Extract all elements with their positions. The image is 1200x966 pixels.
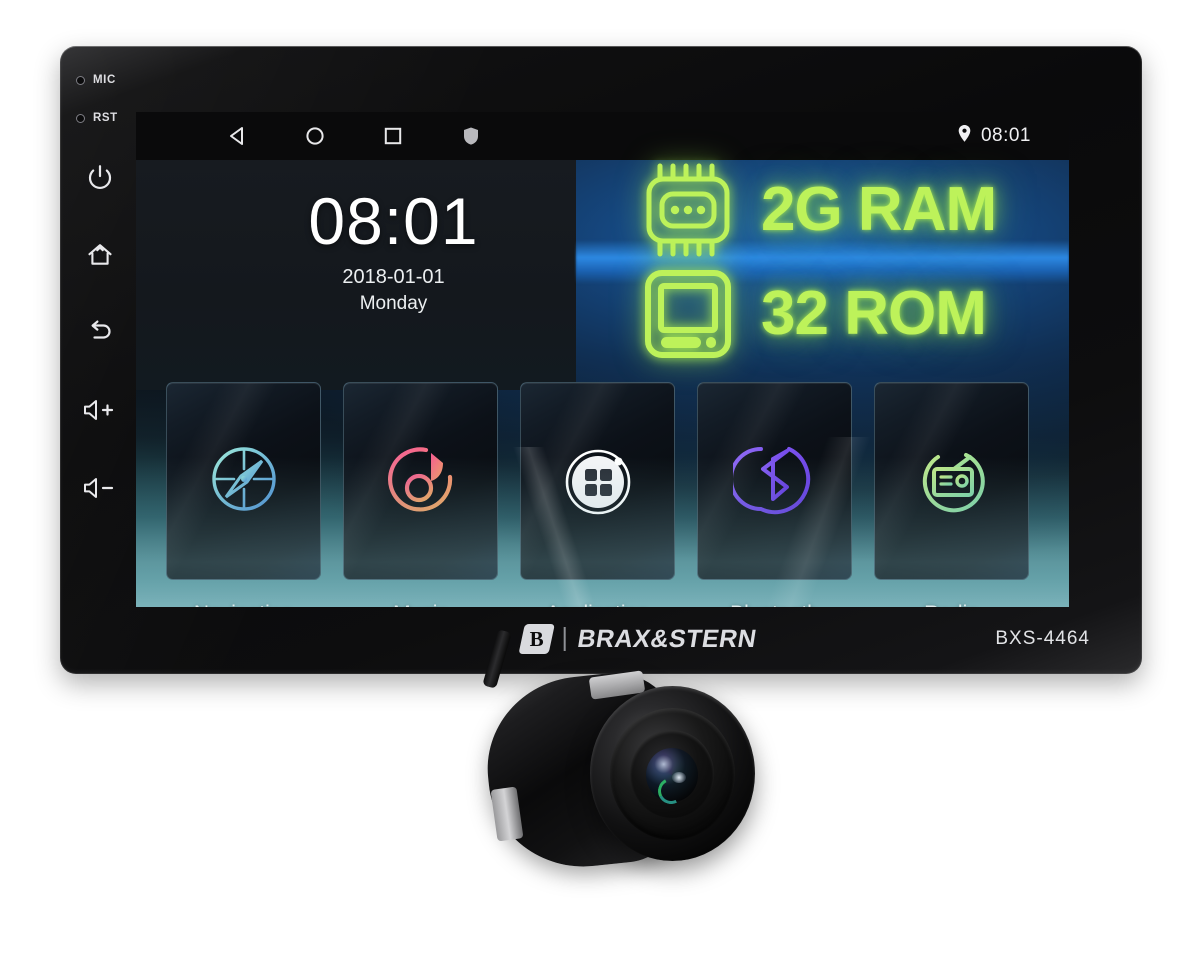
power-icon: [87, 164, 113, 192]
compass-icon: [202, 437, 286, 526]
rom-text: 32 ROM: [761, 279, 987, 348]
bluetooth-icon: [728, 437, 817, 526]
clock-date: 2018-01-01: [342, 266, 445, 288]
app-grid-icon: [555, 436, 641, 527]
ram-badge: 2G RAM: [629, 158, 1059, 262]
ram-text: 2G RAM: [761, 175, 997, 244]
clock-weekday: Monday: [359, 293, 428, 314]
back-arrow-icon: [85, 319, 115, 345]
lcd-screen[interactable]: 08:01 08:01 2018-01-01 Monday 2G RAM 32 …: [136, 112, 1069, 607]
app-tile-box[interactable]: [343, 382, 498, 580]
camera-lens-glass: [646, 748, 698, 808]
app-tile-music[interactable]: Music: [343, 382, 498, 607]
spec-badges: 2G RAM 32 ROM: [629, 158, 1059, 366]
hard-drive-icon: [629, 265, 747, 363]
mic-label: MIC: [93, 74, 116, 86]
app-tile-box[interactable]: [697, 382, 852, 580]
android-recents-icon[interactable]: [354, 112, 432, 160]
memory-chip-icon: [629, 162, 747, 258]
head-unit-bezel: MIC RST 08:01 08:01 2018-01-01 Monday 2G…: [60, 46, 1142, 674]
volume-down-button[interactable]: [60, 468, 136, 508]
reset-led-dot: [76, 113, 85, 123]
android-status-bar: 08:01: [136, 112, 1069, 160]
home-wallpaper: 08:01 2018-01-01 Monday 2G RAM 32 ROM: [136, 160, 1069, 607]
android-back-icon[interactable]: [198, 112, 276, 160]
app-tile-application[interactable]: Application: [520, 382, 675, 607]
home-button[interactable]: [60, 234, 136, 274]
status-bar-clock: 08:01: [980, 125, 1031, 146]
app-tile-box[interactable]: [874, 382, 1029, 580]
clock-time: 08:01: [308, 184, 479, 258]
status-bar-right: 08:01: [957, 124, 1069, 148]
music-note-icon: [379, 437, 463, 526]
android-shield-icon[interactable]: [432, 112, 510, 160]
volume-up-icon: [82, 397, 118, 423]
reset-label: RST: [93, 112, 118, 124]
camera-lens-specular-highlight: [672, 772, 686, 783]
model-code-text: BXS-4464: [995, 628, 1090, 649]
mic-indicator: MIC: [60, 74, 136, 86]
app-tile-row: Navigation: [166, 382, 1029, 607]
radio-icon: [910, 437, 994, 526]
app-tile-radio[interactable]: Radio: [874, 382, 1029, 607]
rom-badge: 32 ROM: [629, 262, 1059, 366]
camera-lens-ring-inner: [630, 730, 714, 818]
clock-widget[interactable]: 08:01 2018-01-01 Monday: [266, 188, 521, 315]
android-nav-keys: [198, 112, 510, 160]
volume-up-button[interactable]: [60, 390, 136, 430]
hardkey-column: MIC RST: [60, 46, 136, 674]
power-button[interactable]: [60, 158, 136, 198]
home-icon: [86, 241, 114, 268]
volume-down-icon: [82, 475, 118, 501]
backup-camera: [470, 629, 770, 938]
app-tile-navigation[interactable]: Navigation: [166, 382, 321, 607]
camera-lens-barrel: [590, 686, 755, 861]
app-tile-box[interactable]: [166, 382, 321, 580]
back-button[interactable]: [60, 312, 136, 352]
app-tile-box[interactable]: [520, 382, 675, 580]
product-photo-scene: MIC RST 08:01 08:01 2018-01-01 Monday 2G…: [0, 0, 1200, 966]
mic-led-dot: [76, 75, 85, 85]
reset-indicator[interactable]: RST: [60, 112, 136, 124]
camera-lens-ring-outer: [610, 708, 735, 840]
android-home-icon[interactable]: [276, 112, 354, 160]
app-tile-bluetooth[interactable]: Bluetooth: [697, 382, 852, 607]
location-pin-icon: [957, 124, 972, 148]
camera-cable: [482, 629, 512, 689]
